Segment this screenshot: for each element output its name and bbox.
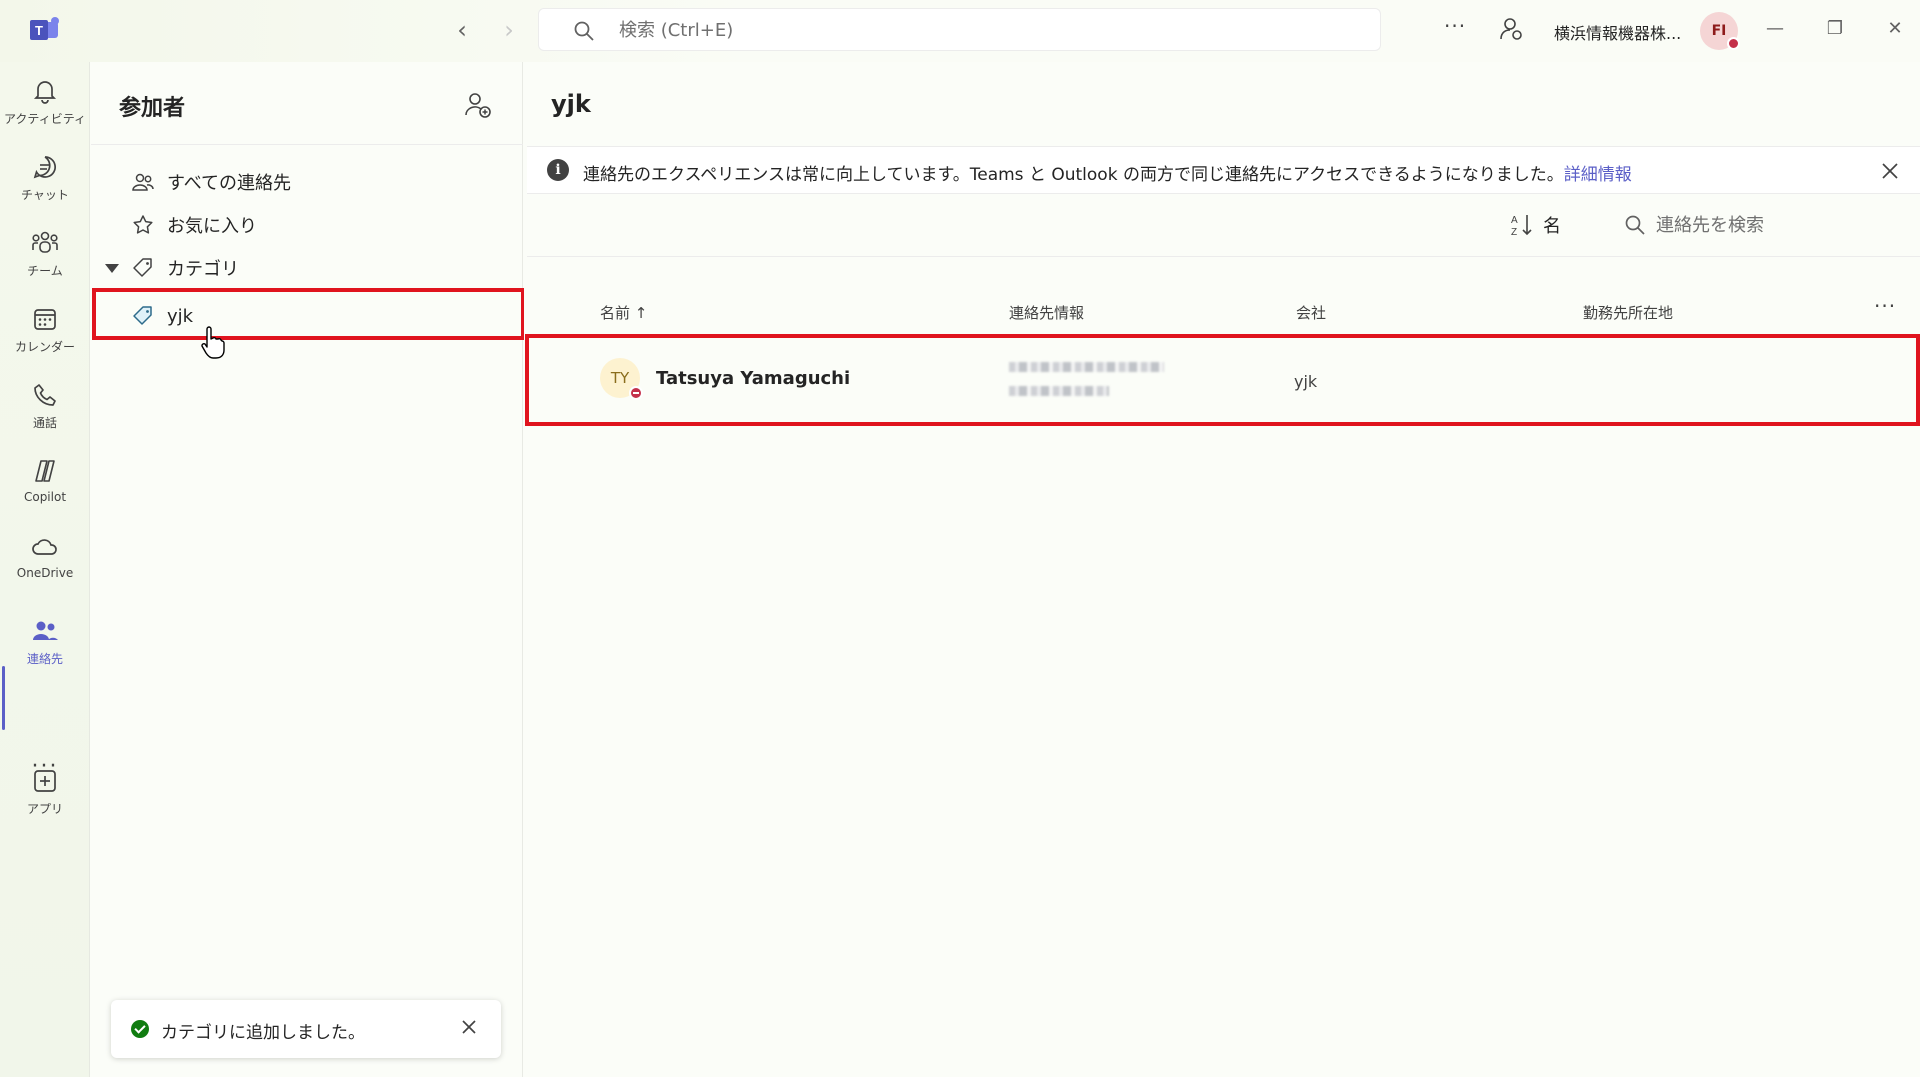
rail-item-copilot[interactable]: Copilot — [0, 452, 90, 522]
global-search-input[interactable] — [619, 17, 1319, 43]
copilot-icon — [35, 460, 55, 482]
phone-icon — [34, 384, 56, 406]
nav-label: カテゴリ — [167, 259, 239, 280]
presence-dnd-icon — [1727, 37, 1740, 50]
success-check-icon — [131, 1020, 149, 1038]
highlight-box-category — [92, 288, 525, 340]
banner-close-icon[interactable] — [1877, 158, 1903, 184]
rail-item-teams[interactable]: チーム — [0, 224, 90, 294]
chat-icon — [33, 156, 57, 179]
rail-label: チャット — [21, 188, 69, 202]
rail-label: 連絡先 — [26, 652, 63, 666]
people-icon — [33, 621, 58, 640]
toast-close-icon[interactable] — [456, 1014, 482, 1040]
contact-search-input[interactable] — [1656, 214, 1876, 236]
rail-item-calls[interactable]: 通話 — [0, 376, 90, 446]
minimize-icon[interactable]: — — [1760, 14, 1790, 44]
title-bar: T ‹ › ··· 横浜情報機器株... FI — ❐ ✕ — [0, 0, 1920, 62]
svg-text:Z: Z — [1511, 227, 1517, 238]
page-title: yjk — [551, 90, 591, 118]
contacts-main: yjk i 連絡先のエクスペリエンスは常に向上しています。Teams と Out… — [524, 62, 1920, 1077]
toast-notification: カテゴリに追加しました。 — [111, 1000, 501, 1058]
info-banner: i 連絡先のエクスペリエンスは常に向上しています。Teams と Outlook… — [527, 146, 1920, 194]
contacts-panel: 参加者 すべての連絡先 お気に入り カテゴリ yjk — [91, 62, 525, 1077]
calendar-icon — [34, 309, 56, 330]
rail-item-contacts[interactable]: 連絡先 — [0, 612, 90, 682]
hand-cursor-icon — [201, 326, 225, 359]
table-more-options-icon[interactable]: ··· — [1874, 294, 1896, 318]
rail-label: Copilot — [23, 490, 67, 504]
nav-label: お気に入り — [167, 216, 257, 237]
search-icon — [574, 21, 594, 41]
rail-active-indicator — [2, 666, 5, 730]
global-search[interactable] — [538, 8, 1381, 51]
panel-divider — [91, 144, 523, 145]
toolbar-divider — [527, 256, 1920, 257]
sort-label: 名 — [1543, 216, 1561, 237]
bell-icon — [33, 81, 57, 104]
panel-title: 参加者 — [119, 96, 186, 121]
rail-item-calendar[interactable]: カレンダー — [0, 300, 90, 370]
sort-button[interactable]: AZ 名 — [1509, 210, 1561, 240]
org-name[interactable]: 横浜情報機器株... — [1554, 20, 1681, 44]
svg-text:A: A — [1511, 215, 1518, 226]
toast-message: カテゴリに追加しました。 — [161, 1023, 365, 1043]
rail-label: アクティビティ — [4, 112, 86, 126]
nav-all-contacts[interactable]: すべての連絡先 — [131, 164, 291, 200]
contact-search[interactable] — [1624, 208, 1894, 242]
teams-icon — [32, 231, 58, 253]
add-contact-icon[interactable] — [463, 90, 493, 120]
rail-item-chat[interactable]: チャット — [0, 148, 90, 218]
add-app-icon — [34, 770, 56, 792]
rail-item-onedrive[interactable]: OneDrive — [0, 528, 90, 598]
highlight-box-row — [525, 334, 1920, 426]
learn-more-link[interactable]: 詳細情報 — [1564, 165, 1632, 185]
info-icon: i — [547, 159, 569, 181]
column-header-office-location[interactable]: 勤務先所在地 — [1583, 302, 1673, 323]
nav-label: すべての連絡先 — [167, 173, 292, 194]
close-window-icon[interactable]: ✕ — [1880, 14, 1910, 44]
restore-icon[interactable]: ❐ — [1820, 14, 1850, 44]
nav-favorites[interactable]: お気に入り — [131, 207, 257, 243]
user-avatar[interactable]: FI — [1700, 12, 1740, 50]
tag-icon — [133, 258, 152, 277]
rail-label: カレンダー — [14, 340, 75, 354]
search-icon — [1625, 215, 1645, 235]
nav-categories[interactable]: カテゴリ — [105, 250, 239, 286]
person-settings-icon[interactable] — [1498, 16, 1524, 42]
app-rail: アクティビティ チャット チーム カレンダー 通話 Copilot OneDri… — [0, 62, 90, 1077]
forward-arrow-icon[interactable]: › — [494, 16, 524, 46]
column-header-name[interactable]: 名前 ↑ — [600, 302, 647, 323]
column-header-contact-info[interactable]: 連絡先情報 — [1009, 302, 1084, 323]
banner-text: 連絡先のエクスペリエンスは常に向上しています。Teams と Outlook の… — [583, 165, 1632, 185]
user-initials: FI — [1711, 23, 1727, 39]
rail-item-activity[interactable]: アクティビティ — [0, 72, 90, 142]
rail-label: OneDrive — [16, 566, 74, 580]
rail-label: アプリ — [26, 802, 63, 816]
sort-az-icon: AZ — [1511, 215, 1532, 238]
rail-item-apps[interactable]: アプリ — [0, 762, 90, 832]
people-icon — [132, 173, 154, 191]
teams-logo-icon: T — [30, 17, 59, 40]
column-header-company[interactable]: 会社 — [1296, 302, 1326, 323]
back-arrow-icon[interactable]: ‹ — [447, 16, 477, 46]
cloud-icon — [32, 539, 57, 555]
more-options-icon[interactable]: ··· — [1444, 14, 1466, 38]
rail-label: チーム — [27, 264, 63, 278]
caret-down-icon[interactable] — [105, 263, 119, 273]
star-icon — [133, 215, 153, 234]
rail-label: 通話 — [32, 416, 57, 430]
svg-text:T: T — [35, 23, 43, 38]
